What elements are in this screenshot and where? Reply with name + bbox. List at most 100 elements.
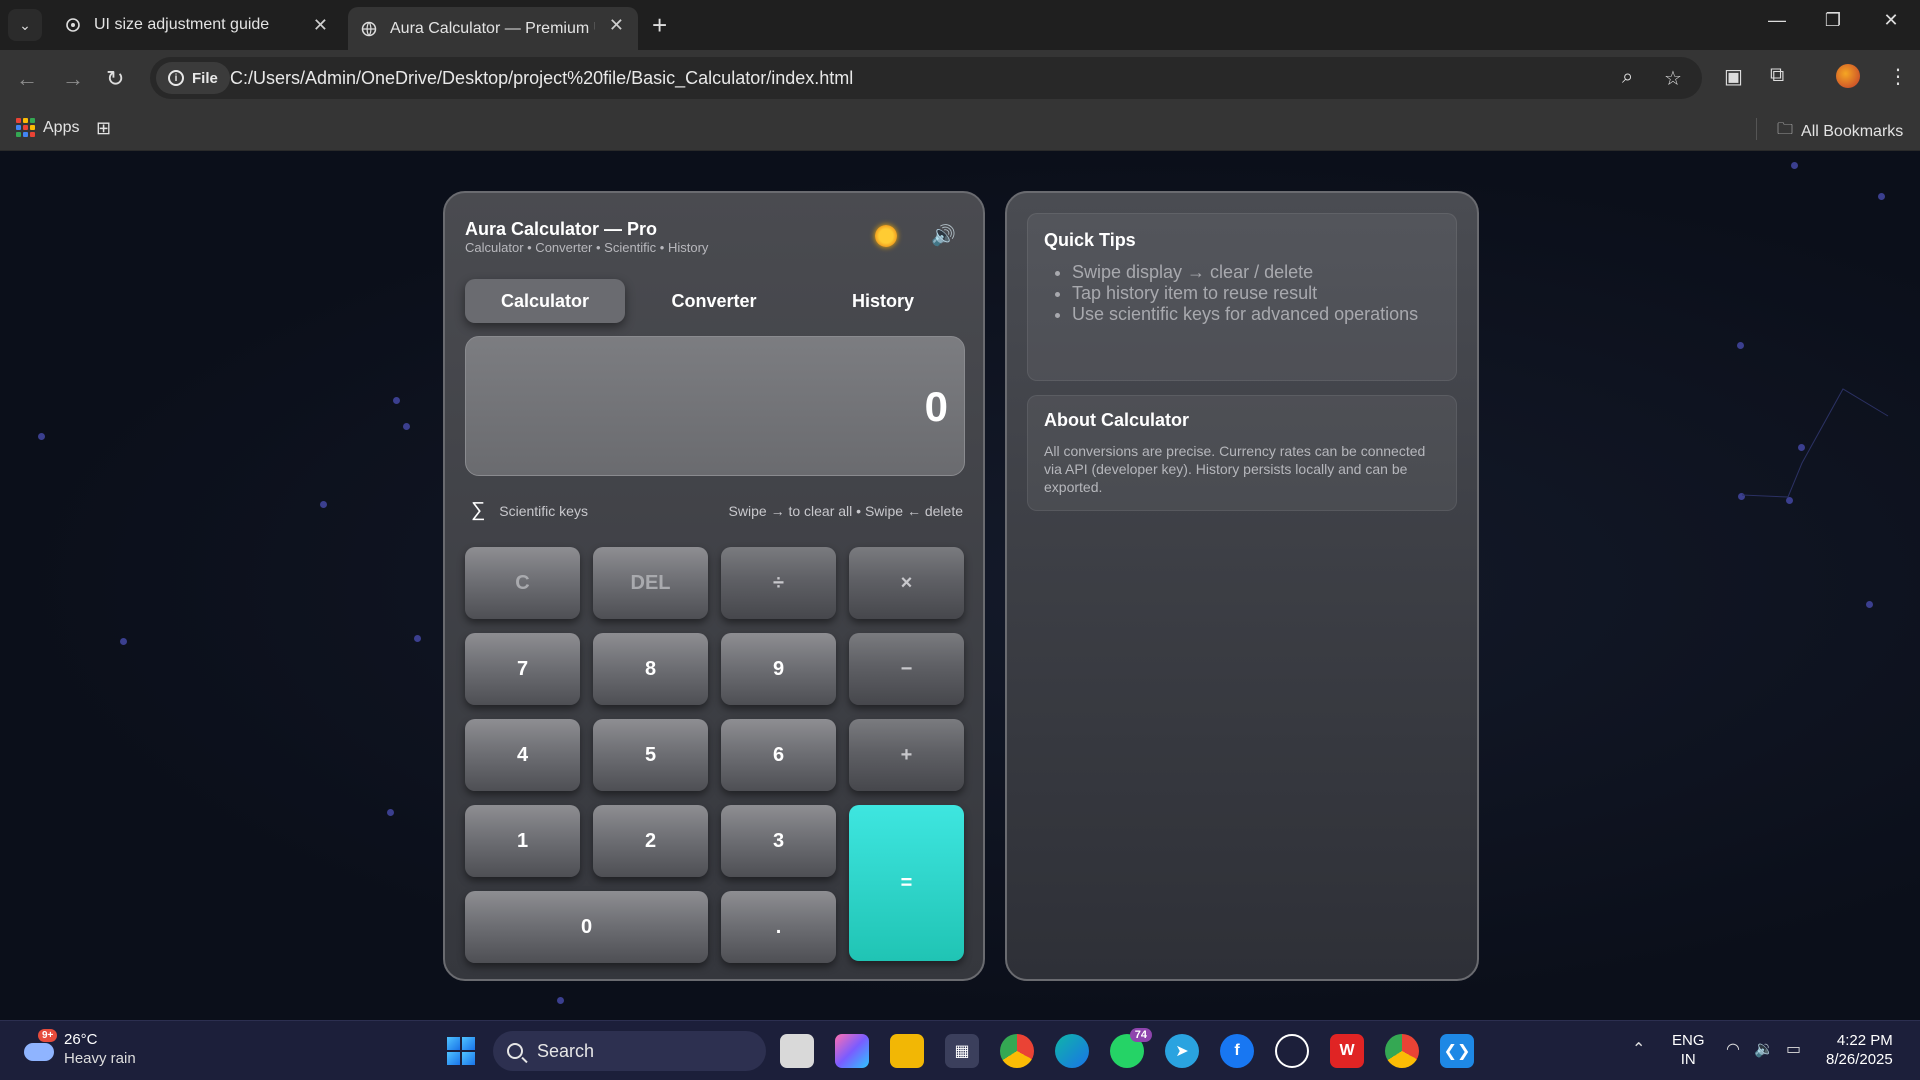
taskbar-search[interactable]: Search xyxy=(493,1031,766,1071)
key-plus[interactable]: + xyxy=(849,719,964,791)
key-6[interactable]: 6 xyxy=(721,719,836,791)
search-icon xyxy=(507,1043,523,1059)
language-indicator[interactable]: ENG IN xyxy=(1672,1031,1705,1069)
tab-title: Aura Calculator — Premium UI xyxy=(390,19,595,37)
browser-tab-ui-guide[interactable]: UI size adjustment guide ✕ xyxy=(52,7,342,43)
weather-widget[interactable]: 9+ 26°C Heavy rain xyxy=(22,1029,136,1067)
apps-bookmark[interactable]: Apps xyxy=(16,118,79,137)
task-view-icon[interactable] xyxy=(780,1034,814,1068)
microsoft-store-icon[interactable]: ▦ xyxy=(945,1034,979,1068)
facebook-icon[interactable]: f xyxy=(1220,1034,1254,1068)
sound-toggle-speaker-icon[interactable]: 🔊 xyxy=(931,223,956,248)
site-info-chip[interactable]: i File xyxy=(156,62,230,94)
bg-particle xyxy=(38,433,45,440)
calculator-card: Aura Calculator — Pro Calculator • Conve… xyxy=(443,191,985,981)
lang-line1: ENG xyxy=(1672,1032,1705,1049)
weather-desc: Heavy rain xyxy=(64,1050,136,1067)
scientific-keys-toggle[interactable]: ∑ Scientific keys xyxy=(471,499,588,522)
weather-cloud-icon: 9+ xyxy=(22,1029,58,1063)
bookmarks-bar: Apps ⊞ 🗀 All Bookmarks xyxy=(0,107,1920,151)
key-7[interactable]: 7 xyxy=(465,633,580,705)
chrome-icon[interactable] xyxy=(1000,1034,1034,1068)
tab-converter[interactable]: Converter xyxy=(634,279,794,323)
close-window-icon[interactable]: ✕ xyxy=(1876,10,1906,31)
key-equals[interactable]: = xyxy=(849,805,964,961)
bg-particle xyxy=(1866,601,1873,608)
tip-item: Swipe display → clear / delete xyxy=(1072,262,1422,283)
chevron-up-icon[interactable]: ⌃ xyxy=(1632,1039,1645,1059)
key-8[interactable]: 8 xyxy=(593,633,708,705)
volume-icon[interactable]: 🔉 xyxy=(1754,1039,1774,1059)
extension-translate-icon[interactable]: ▣ xyxy=(1724,64,1743,89)
close-icon[interactable]: ✕ xyxy=(313,15,328,36)
key-3[interactable]: 3 xyxy=(721,805,836,877)
quick-tips-title: Quick Tips xyxy=(1044,230,1136,250)
bg-particle xyxy=(1791,162,1798,169)
forward-icon[interactable]: → xyxy=(62,66,84,92)
key-dot[interactable]: . xyxy=(721,891,836,963)
battery-icon[interactable]: ▭ xyxy=(1786,1039,1801,1059)
key-delete[interactable]: DEL xyxy=(593,547,708,619)
folder-icon: 🗀 xyxy=(1777,121,1794,138)
windows-start-icon[interactable] xyxy=(447,1037,475,1065)
vscode-icon[interactable]: ❮❯ xyxy=(1440,1034,1474,1068)
apps-grid-icon xyxy=(16,118,35,137)
tip-item: Tap history item to reuse result xyxy=(1072,283,1422,304)
minimize-icon[interactable]: — xyxy=(1762,10,1792,31)
star-icon[interactable]: ☆ xyxy=(1664,66,1682,91)
edge-icon[interactable] xyxy=(1055,1034,1089,1068)
copilot-icon[interactable] xyxy=(835,1034,869,1068)
browser-tab-aura-calculator[interactable]: Aura Calculator — Premium UI ✕ xyxy=(348,7,638,50)
restore-icon[interactable]: ❐ xyxy=(1818,10,1848,31)
new-tab-button[interactable]: + xyxy=(652,10,667,41)
windows-taskbar: 9+ 26°C Heavy rain Search ▦ 74 ➤ f W ❮❯ … xyxy=(0,1020,1920,1080)
tab-title: UI size adjustment guide xyxy=(94,16,270,33)
back-icon[interactable]: ← xyxy=(16,66,38,92)
wps-office-icon[interactable]: W xyxy=(1330,1034,1364,1068)
address-bar[interactable]: i File C:/Users/Admin/OneDrive/Desktop/p… xyxy=(150,57,1702,99)
all-bookmarks-label: All Bookmarks xyxy=(1801,122,1904,140)
tab-calculator[interactable]: Calculator xyxy=(465,279,625,323)
scheme-label: File xyxy=(192,69,218,87)
all-bookmarks[interactable]: 🗀 All Bookmarks xyxy=(1777,118,1903,145)
lang-line2: IN xyxy=(1680,1051,1696,1068)
close-icon[interactable]: ✕ xyxy=(609,15,624,36)
weather-badge: 9+ xyxy=(38,1029,58,1042)
key-0[interactable]: 0 xyxy=(465,891,708,963)
clock-date: 8/26/2025 xyxy=(1826,1051,1893,1068)
bg-particle xyxy=(320,501,327,508)
key-9[interactable]: 9 xyxy=(721,633,836,705)
url-text[interactable]: C:/Users/Admin/OneDrive/Desktop/project%… xyxy=(230,68,853,89)
system-clock[interactable]: 4:22 PM 8/26/2025 xyxy=(1826,1031,1893,1069)
key-divide[interactable]: ÷ xyxy=(721,547,836,619)
key-1[interactable]: 1 xyxy=(465,805,580,877)
menu-icon[interactable]: ⋮ xyxy=(1888,64,1908,89)
zoom-icon[interactable]: ⌕ xyxy=(1622,66,1633,89)
chatgpt-icon[interactable] xyxy=(1275,1034,1309,1068)
file-explorer-icon[interactable] xyxy=(890,1034,924,1068)
key-2[interactable]: 2 xyxy=(593,805,708,877)
search-label: Search xyxy=(537,1040,595,1061)
wifi-icon[interactable]: ◠ xyxy=(1726,1039,1740,1059)
key-multiply[interactable]: × xyxy=(849,547,964,619)
scientific-keys-label: Scientific keys xyxy=(499,502,588,519)
tab-search-button[interactable]: ⌄ xyxy=(8,9,42,41)
sigma-icon: ∑ xyxy=(471,499,486,521)
theme-toggle-sun-icon[interactable] xyxy=(875,225,897,247)
tab-groups-icon[interactable]: ⊞ xyxy=(96,118,111,139)
whatsapp-icon[interactable]: 74 xyxy=(1110,1028,1152,1068)
display-value: 0 xyxy=(924,383,948,430)
chrome-active-icon[interactable] xyxy=(1385,1034,1419,1068)
tab-history[interactable]: History xyxy=(803,279,963,323)
key-5[interactable]: 5 xyxy=(593,719,708,791)
key-4[interactable]: 4 xyxy=(465,719,580,791)
telegram-icon[interactable]: ➤ xyxy=(1165,1034,1199,1068)
puzzle-icon[interactable]: ⧉ xyxy=(1770,64,1784,87)
key-clear[interactable]: C xyxy=(465,547,580,619)
calculator-display[interactable]: 0 xyxy=(465,336,965,476)
key-minus[interactable]: − xyxy=(849,633,964,705)
browser-toolbar: ← → ↻ i File C:/Users/Admin/OneDrive/Des… xyxy=(0,50,1920,107)
bookmarks-divider xyxy=(1756,118,1757,140)
profile-avatar[interactable] xyxy=(1836,64,1860,88)
reload-icon[interactable]: ↻ xyxy=(106,66,124,92)
